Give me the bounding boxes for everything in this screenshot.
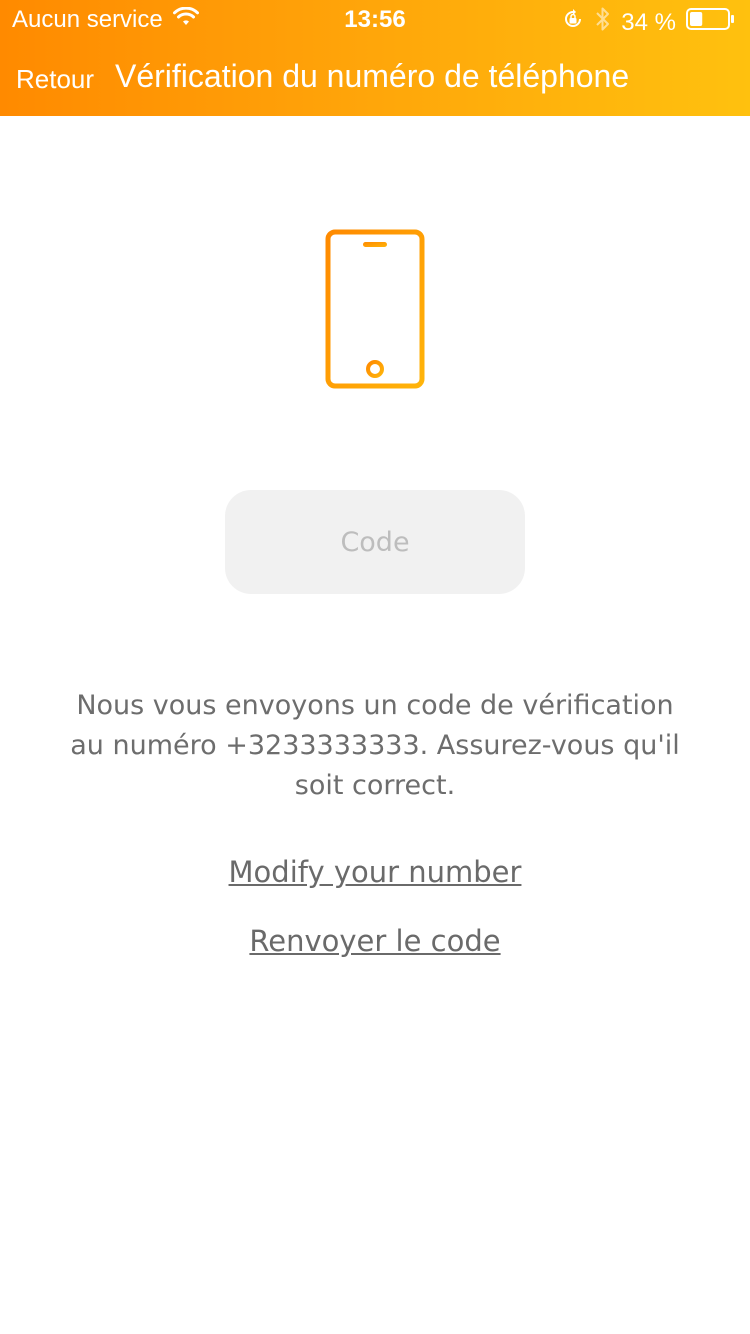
page-title: Vérification du numéro de téléphone — [115, 58, 630, 94]
battery-fill — [690, 12, 703, 26]
status-right: 34 % — [561, 6, 736, 39]
app-header: Aucun service 13:56 34 % Retour Vérifica… — [0, 0, 750, 116]
bluetooth-icon — [595, 6, 611, 39]
status-bar: Aucun service 13:56 34 % — [0, 0, 750, 40]
code-input[interactable] — [225, 490, 525, 594]
battery-icon — [686, 7, 736, 38]
verification-message: Nous vous envoyons un code de vérificati… — [70, 690, 680, 801]
resend-code-link-row: Renvoyer le code — [0, 924, 750, 958]
nav-bar: Retour Vérification du numéro de télépho… — [0, 56, 750, 104]
back-button[interactable]: Retour — [16, 64, 94, 95]
battery-percent: 34 % — [621, 8, 676, 36]
resend-code-link[interactable]: Renvoyer le code — [249, 924, 500, 958]
smartphone-icon — [325, 229, 425, 389]
modify-number-link-row: Modify your number — [0, 855, 750, 889]
modify-number-link[interactable]: Modify your number — [229, 855, 522, 889]
rotation-lock-icon — [561, 7, 585, 38]
